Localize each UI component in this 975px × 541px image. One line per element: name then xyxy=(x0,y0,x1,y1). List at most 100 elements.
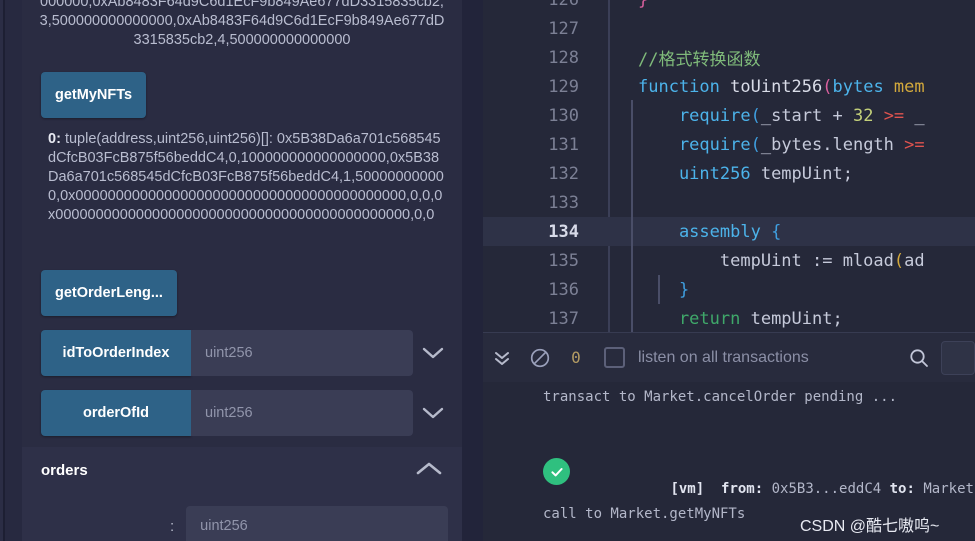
orders-param-row: : xyxy=(170,506,449,541)
terminal-toolbar: 0 listen on all transactions xyxy=(483,332,975,382)
deployed-contracts-panel: 000000,0xAb8483F64d9C6d1EcF9b849Ae677dD3… xyxy=(0,0,483,541)
function-row-getorderlength: getOrderLeng... xyxy=(41,270,177,316)
pending-count-label: 0 xyxy=(571,348,581,367)
code-token: assembly xyxy=(638,221,772,242)
orders-param-colon: : xyxy=(170,517,175,535)
line-number: 133 xyxy=(548,192,579,213)
listen-all-transactions-label: listen on all transactions xyxy=(638,348,809,366)
csdn-watermark: CSDN @酷七嗷呜~ xyxy=(800,518,940,535)
panel-left-gutter xyxy=(5,0,22,541)
line-number: 128 xyxy=(548,47,579,68)
vm-to-value: Market.cance xyxy=(923,481,975,497)
code-token: ( xyxy=(822,76,833,97)
line-number: 130 xyxy=(548,105,579,126)
code-line-127[interactable]: 127 xyxy=(483,14,975,43)
code-line-128[interactable]: 128 //格式转换函数 xyxy=(483,43,975,72)
code-token: bytes xyxy=(832,76,894,97)
function-row-orderofid: orderOfId xyxy=(41,390,453,436)
orders-param-input[interactable] xyxy=(186,506,449,541)
search-icon[interactable] xyxy=(897,333,941,383)
line-code: assembly { xyxy=(593,222,975,242)
code-token: ( xyxy=(750,134,761,155)
idtoorderindex-input[interactable] xyxy=(191,330,413,376)
code-token: 32 xyxy=(852,105,874,126)
orderofid-input[interactable] xyxy=(191,390,413,436)
code-token: tempUint := mload xyxy=(638,250,894,271)
terminal-pending-line: transact to Market.cancelOrder pending .… xyxy=(543,389,898,405)
code-token: require xyxy=(638,105,751,126)
code-line-129[interactable]: 129 function toUint256(bytes mem xyxy=(483,72,975,101)
vm-to-label: to: xyxy=(889,481,915,497)
code-line-134[interactable]: 134 assembly { xyxy=(483,217,975,246)
line-code: //格式转换函数 xyxy=(593,45,975,70)
getmynfts-button[interactable]: getMyNFTs xyxy=(41,72,147,118)
line-number: 135 xyxy=(548,250,579,271)
code-token: uint256 xyxy=(638,163,751,184)
getorderlength-button[interactable]: getOrderLeng... xyxy=(41,270,177,316)
line-code: require(_bytes.length >= xyxy=(593,135,975,155)
chevrons-down-icon[interactable] xyxy=(483,333,521,383)
code-token: _start + xyxy=(760,105,853,126)
ban-icon[interactable] xyxy=(521,333,559,383)
line-number: 132 xyxy=(548,163,579,184)
code-line-130[interactable]: 130 require(_start + 32 >= _ xyxy=(483,101,975,130)
orderofid-button[interactable]: orderOfId xyxy=(41,390,191,436)
line-number: 129 xyxy=(548,76,579,97)
code-line-136[interactable]: 136 } xyxy=(483,275,975,304)
orders-section: orders : xyxy=(22,447,462,541)
return-value-text: tuple(address,uint256,uint256)[]: 0x5B38… xyxy=(48,131,444,223)
code-token: tempUint; xyxy=(750,163,853,184)
function-row-idtoorderindex: idToOrderIndex xyxy=(41,330,453,376)
line-number: 127 xyxy=(548,18,579,39)
idtoorderindex-button[interactable]: idToOrderIndex xyxy=(41,330,191,376)
code-token: function xyxy=(638,76,731,97)
code-token: _ xyxy=(904,105,925,126)
code-token: require xyxy=(638,134,751,155)
line-number: 137 xyxy=(548,308,579,329)
line-code: function toUint256(bytes mem xyxy=(593,77,975,97)
listen-all-transactions-checkbox[interactable] xyxy=(604,347,625,368)
code-line-135[interactable]: 135 tempUint := mload(ad xyxy=(483,246,975,275)
code-editor[interactable]: 126} 127 128 //格式转换函数 129 function toUint256(… xyxy=(483,0,975,332)
code-line-131[interactable]: 131 require(_bytes.length >= xyxy=(483,130,975,159)
code-token: //格式转换函数 xyxy=(638,50,761,70)
code-token: ad xyxy=(904,250,925,271)
code-token: ( xyxy=(750,105,761,126)
code-token: tempUint; xyxy=(740,308,843,329)
code-token: return xyxy=(638,308,741,329)
check-circle-icon xyxy=(543,458,570,485)
code-token: } xyxy=(638,0,648,10)
code-line-132[interactable]: 132 uint256 tempUint; xyxy=(483,159,975,188)
indent-guide xyxy=(631,100,633,332)
line-code: tempUint := mload(ad xyxy=(593,251,975,271)
editor-and-terminal-panel: 126} 127 128 //格式转换函数 129 function toUint256(… xyxy=(483,0,975,541)
idtoorderindex-expand-chevron[interactable] xyxy=(413,330,453,376)
terminal-search-input[interactable] xyxy=(941,340,975,375)
code-token: } xyxy=(638,279,690,300)
orders-section-title: orders xyxy=(41,462,88,479)
code-line-137[interactable]: 137 return tempUint; xyxy=(483,304,975,332)
line-code: } xyxy=(593,0,975,10)
code-line-126[interactable]: 126} xyxy=(483,0,975,14)
code-token: _bytes.length xyxy=(760,134,894,155)
line-code: require(_start + 32 >= _ xyxy=(593,106,975,126)
line-code: return tempUint; xyxy=(593,309,975,329)
terminal-call-line: call to Market.getMyNFTs xyxy=(543,506,746,522)
function-row-getmynfts: getMyNFTs xyxy=(41,72,147,118)
previous-result-text: 000000,0xAb8483F64d9C6d1EcF9b849Ae677dD3… xyxy=(39,0,445,48)
code-token: mem xyxy=(893,76,925,97)
line-number: 131 xyxy=(548,134,579,155)
code-line-133[interactable]: 133 xyxy=(483,188,975,217)
left-panel-scrollbar-track[interactable] xyxy=(463,0,483,541)
orderofid-expand-chevron[interactable] xyxy=(413,390,453,436)
code-token: ( xyxy=(893,250,905,271)
vm-prefix: [vm] xyxy=(670,481,705,497)
code-token: >= xyxy=(893,134,925,155)
vm-from-label: from: xyxy=(721,481,764,497)
line-code: } xyxy=(593,280,975,300)
app-root: 000000,0xAb8483F64d9C6d1EcF9b849Ae677dD3… xyxy=(0,0,975,541)
getmynfts-return-value: 0: tuple(address,uint256,uint256)[]: 0x5… xyxy=(22,130,462,225)
line-code: uint256 tempUint; xyxy=(593,164,975,184)
line-number: 126 xyxy=(483,0,593,10)
chevron-up-icon[interactable] xyxy=(414,454,444,482)
